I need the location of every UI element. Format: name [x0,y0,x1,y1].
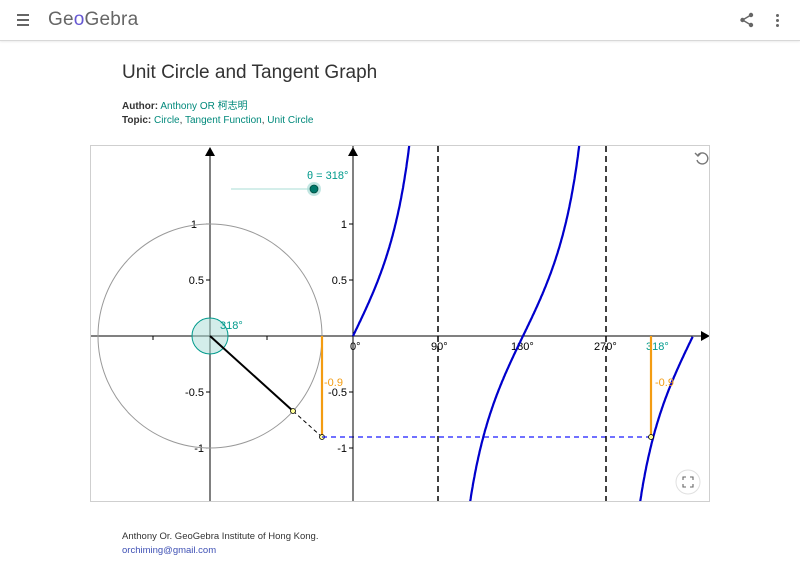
left-ytick-neg1: -1 [194,443,204,455]
applet-canvas[interactable]: 1 0.5 -0.5 -1 318° -0.9 1 0.5 -0.5 -1 0°… [91,146,710,502]
theta-xlabel: 318° [646,341,669,353]
topic-link-circle[interactable]: Circle [154,115,180,126]
point-on-circle[interactable] [290,408,296,414]
author-link[interactable]: Anthony OR 柯志明 [160,101,247,112]
radius-segment [209,335,294,412]
top-bar: GeoGebra [0,0,800,41]
tan-value-right: -0.9 [655,377,674,389]
right-ytick-1: 1 [341,219,347,231]
topic-line: Topic: Circle, Tangent Function, Unit Ci… [122,115,314,126]
topic-label: Topic: [122,115,152,126]
right-xtick-270: 270° [594,341,617,353]
right-ytick-0.5: 0.5 [332,275,347,287]
right-xtick-180: 180° [511,341,534,353]
hamburger-menu-icon[interactable] [14,11,34,29]
tan-curve-branch-2 [469,146,581,501]
graph-point[interactable] [648,434,654,440]
author-label: Author: [122,101,159,112]
angle-label: 318° [220,320,243,332]
right-xtick-0: 0° [350,341,361,353]
footer-email-link[interactable]: orchiming@gmail.com [122,545,216,556]
refresh-icon[interactable] [694,152,709,165]
more-vert-icon[interactable] [770,10,784,30]
topic-link-unit-circle[interactable]: Unit Circle [267,115,313,126]
topic-link-tangent-function[interactable]: Tangent Function [185,115,262,126]
geogebra-applet[interactable]: 1 0.5 -0.5 -1 318° -0.9 1 0.5 -0.5 -1 0°… [90,145,710,502]
author-line: Author: Anthony OR 柯志明 [122,97,248,112]
right-xtick-90: 90° [431,341,448,353]
share-icon[interactable] [738,11,756,29]
left-ytick-neg0.5: -0.5 [185,387,204,399]
left-ytick-0.5: 0.5 [189,275,204,287]
theta-slider-label: θ = 318° [307,170,348,182]
footer-credit: Anthony Or. GeoGebra Institute of Hong K… [122,531,319,542]
left-y-axis-arrow [205,147,215,156]
theta-slider-thumb[interactable] [309,184,319,194]
page-title: Unit Circle and Tangent Graph [122,62,378,83]
geogebra-logo[interactable]: GeoGebra [48,9,138,31]
tan-curve-branch-1 [352,146,411,337]
radius-extension [292,410,323,438]
fullscreen-icon[interactable] [675,469,701,495]
right-ytick-neg0.5: -0.5 [328,387,347,399]
right-ytick-neg1: -1 [337,443,347,455]
